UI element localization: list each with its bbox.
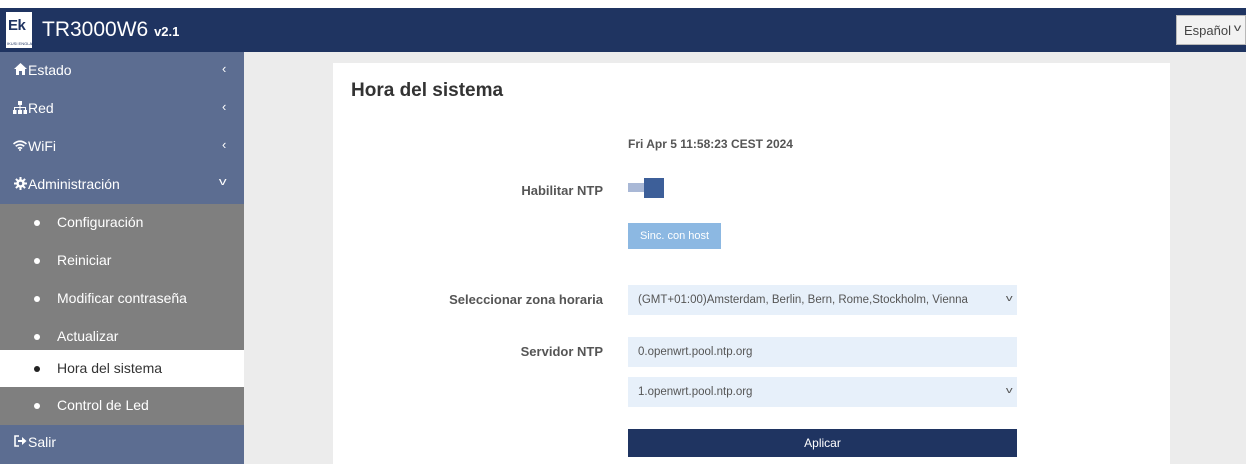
- sidebar-subitem-label: Control de Led: [57, 397, 149, 413]
- ntp-server-2-value: 1.openwrt.pool.ntp.org: [638, 386, 753, 398]
- sidebar-subitem-label: Hora del sistema: [57, 360, 163, 376]
- timezone-label: Seleccionar zona horaria: [449, 292, 603, 307]
- bullet-icon: [34, 334, 40, 340]
- chevron-down-icon: v: [1005, 293, 1013, 303]
- sidebar-item-label: Red: [28, 100, 54, 116]
- logo-text: Ek: [8, 17, 26, 34]
- sidebar-item-wifi[interactable]: WiFi ‹: [0, 128, 244, 166]
- sidebar-item-label: Salir: [28, 434, 57, 450]
- current-time: Fri Apr 5 11:58:23 CEST 2024: [628, 137, 793, 151]
- device-version: v2.1: [154, 24, 180, 39]
- sidebar-subitem-hora-del-sistema[interactable]: Hora del sistema: [0, 350, 244, 388]
- bullet-icon: [34, 366, 40, 372]
- sidebar-subitem-label: Reiniciar: [57, 252, 112, 268]
- sidebar-item-label: Administración: [28, 176, 120, 192]
- logout-icon: [13, 434, 27, 448]
- network-icon: [13, 100, 27, 114]
- language-value: Español: [1184, 23, 1231, 38]
- sidebar-subitem-control-de-led[interactable]: Control de Led: [0, 387, 244, 425]
- chevron-left-icon: ‹: [222, 137, 227, 152]
- toggle-knob: [644, 178, 664, 198]
- sidebar-item-administracion[interactable]: Administración v: [0, 166, 244, 204]
- chevron-down-icon: v: [1005, 385, 1013, 395]
- sync-with-host-button[interactable]: Sinc. con host: [628, 223, 721, 249]
- sidebar-item-estado[interactable]: Estado ‹: [0, 52, 244, 90]
- top-bar: Ek IKUSI ENGLAND TR3000W6 v2.1 Español v: [0, 8, 1246, 52]
- ntp-server-1-input[interactable]: [628, 337, 1017, 367]
- ntp-server-2-select[interactable]: 1.openwrt.pool.ntp.org v: [628, 377, 1017, 407]
- bullet-icon: [34, 296, 40, 302]
- sidebar-subitem-reiniciar[interactable]: Reiniciar: [0, 242, 244, 280]
- logo-subtext: IKUSI ENGLAND: [7, 41, 38, 46]
- bullet-icon: [34, 403, 40, 409]
- sidebar-subitem-label: Modificar contraseña: [57, 290, 187, 306]
- chevron-down-icon: v: [1233, 23, 1242, 34]
- sidebar-item-salir[interactable]: Salir: [0, 424, 244, 462]
- bullet-icon: [34, 258, 40, 264]
- sidebar-item-label: WiFi: [28, 138, 56, 154]
- home-icon: [13, 62, 27, 76]
- chevron-left-icon: ‹: [222, 61, 227, 76]
- chevron-left-icon: ‹: [222, 99, 227, 114]
- ntp-server-label: Servidor NTP: [520, 344, 603, 359]
- sidebar-subitem-modificar-contrasena[interactable]: Modificar contraseña: [0, 280, 244, 318]
- language-select[interactable]: Español v: [1176, 15, 1246, 45]
- sidebar-item-label: Estado: [28, 62, 72, 78]
- ntp-enable-label: Habilitar NTP: [521, 183, 603, 198]
- page-title: Hora del sistema: [351, 80, 504, 101]
- timezone-value: (GMT+01:00)Amsterdam, Berlin, Bern, Rome…: [638, 294, 968, 306]
- apply-button[interactable]: Aplicar: [628, 429, 1017, 457]
- chevron-down-icon: v: [218, 176, 227, 188]
- ntp-toggle[interactable]: [628, 178, 666, 198]
- gear-icon: [13, 176, 27, 190]
- sidebar: Estado ‹ Red ‹ WiFi ‹ Administración v C…: [0, 52, 244, 464]
- brand-logo: Ek IKUSI ENGLAND: [6, 12, 38, 48]
- sidebar-subitem-label: Configuración: [57, 214, 144, 230]
- sidebar-subitem-configuracion[interactable]: Configuración: [0, 204, 244, 242]
- timezone-select[interactable]: (GMT+01:00)Amsterdam, Berlin, Bern, Rome…: [628, 285, 1017, 315]
- device-model: TR3000W6: [42, 18, 149, 41]
- wifi-icon: [13, 138, 27, 152]
- device-title: TR3000W6 v2.1: [42, 18, 179, 42]
- bullet-icon: [34, 220, 40, 226]
- sidebar-item-red[interactable]: Red ‹: [0, 90, 244, 128]
- sidebar-subitem-label: Actualizar: [57, 328, 119, 344]
